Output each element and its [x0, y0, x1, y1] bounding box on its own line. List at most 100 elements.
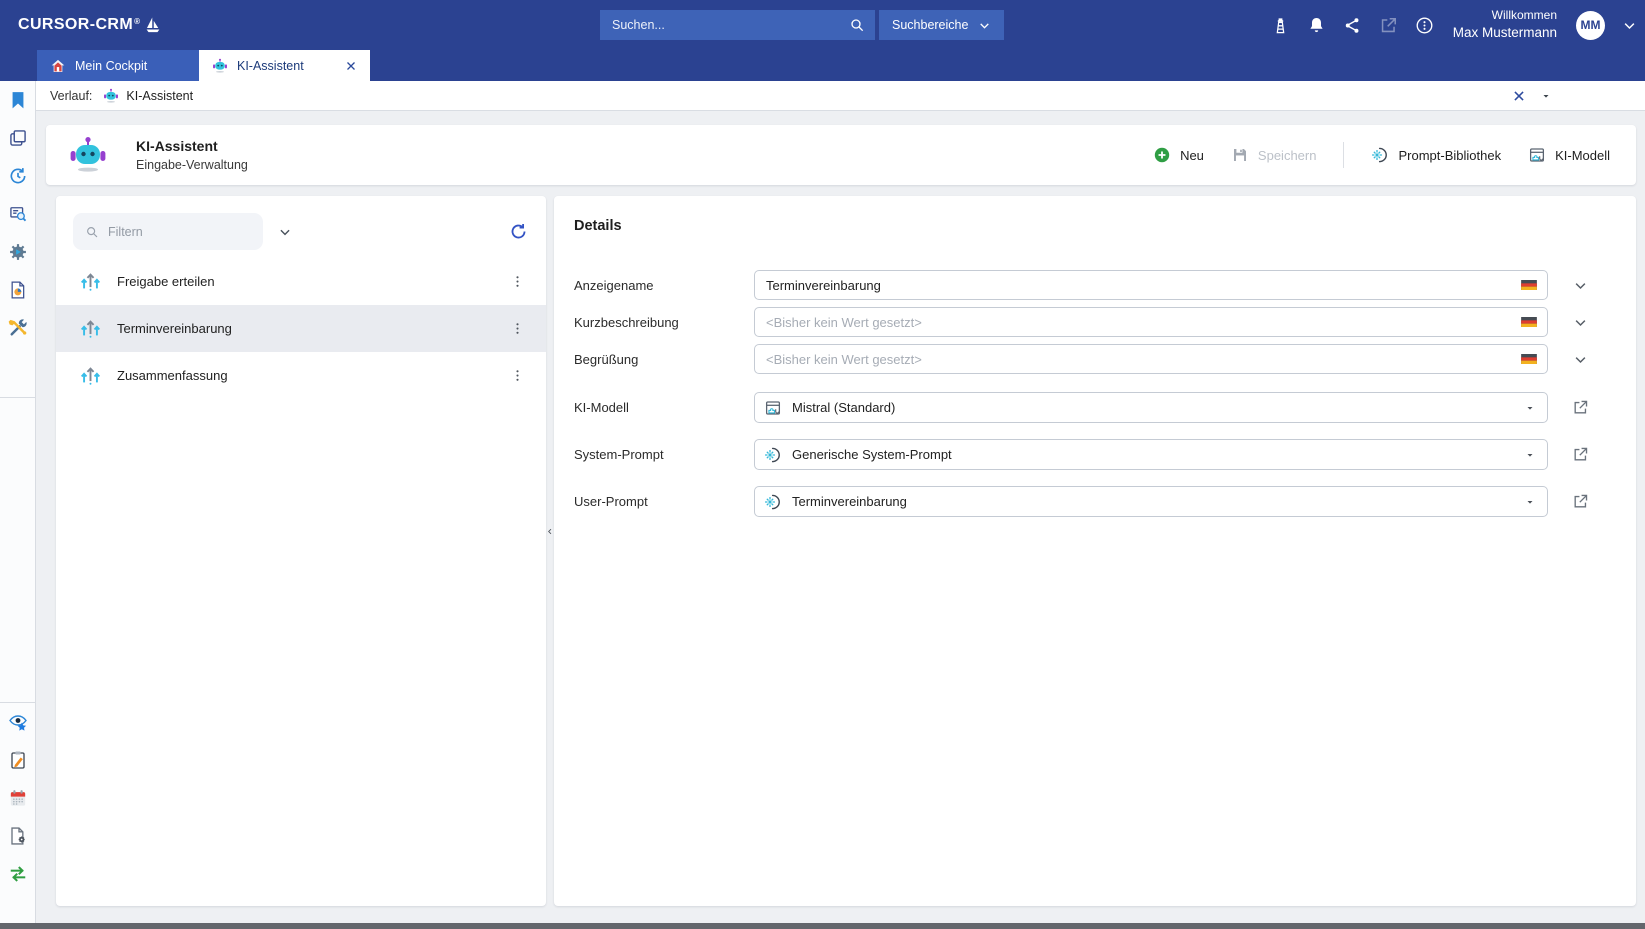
notifications-bell-icon[interactable] [1307, 16, 1326, 35]
plus-circle-icon [1153, 146, 1171, 164]
page-title-block: KI-Assistent Eingabe-Verwaltung [136, 138, 248, 172]
anzeigename-input[interactable] [754, 270, 1548, 300]
page-title: KI-Assistent [136, 138, 248, 154]
field-label: Anzeigename [574, 278, 754, 293]
begruessung-input[interactable] [754, 344, 1548, 374]
watchlist-button[interactable] [0, 703, 36, 741]
system-prompt-select[interactable]: Generische System-Prompt [754, 439, 1548, 470]
field-label: System-Prompt [574, 447, 754, 462]
tab-mein-cockpit[interactable]: Mein Cockpit [37, 50, 199, 81]
collapse-panel-handle[interactable] [546, 520, 554, 542]
field-label: Begrüßung [574, 352, 754, 367]
lighthouse-icon[interactable] [1271, 16, 1290, 35]
list-item[interactable]: Zusammenfassung [56, 352, 546, 399]
save-button-label: Speichern [1258, 148, 1317, 163]
open-ki-modell-button[interactable] [1548, 399, 1612, 416]
prompt-icon [1371, 146, 1389, 164]
tab-label: Mein Cockpit [75, 59, 147, 73]
caret-down-icon[interactable] [1541, 91, 1551, 101]
search-icon[interactable] [849, 17, 865, 33]
expand-translations-button[interactable] [1548, 315, 1612, 330]
new-button-label: Neu [1180, 148, 1204, 163]
chevron-down-icon [978, 19, 991, 32]
history-entry-link[interactable]: KI-Assistent [126, 89, 193, 103]
german-flag-icon [1521, 317, 1537, 327]
search-scopes-button[interactable]: Suchbereiche [879, 10, 1004, 40]
share-icon[interactable] [1343, 16, 1362, 35]
caret-down-icon [1525, 403, 1535, 413]
expand-translations-button[interactable] [1548, 278, 1612, 293]
main-column: Verlauf: KI-Assistent KI-Assistent Einga… [36, 81, 1645, 929]
admin-tools-button[interactable] [0, 309, 36, 347]
toolbar-divider [0, 397, 36, 398]
history-button[interactable] [0, 157, 36, 195]
search-records-button[interactable] [0, 195, 36, 233]
calendar-button[interactable] [0, 779, 36, 817]
form-row-anzeigename: Anzeigename [574, 270, 1548, 300]
windows-button[interactable] [0, 119, 36, 157]
kebab-menu-icon[interactable] [509, 273, 526, 290]
global-search[interactable] [600, 10, 875, 40]
prompt-library-button[interactable]: Prompt-Bibliothek [1371, 146, 1501, 164]
sync-button[interactable] [0, 855, 36, 893]
prompt-list-panel: Freigabe erteilen Terminvereinbarung Zus… [56, 196, 546, 906]
system-prompt-value: Generische System-Prompt [792, 447, 952, 462]
list-item-label: Zusammenfassung [117, 368, 228, 383]
filter-field[interactable] [73, 213, 263, 250]
pages-icon [8, 128, 28, 148]
list-item[interactable]: Freigabe erteilen [56, 258, 546, 305]
form-row-begruessung: Begrüßung [574, 344, 1548, 374]
open-system-prompt-button[interactable] [1548, 446, 1612, 463]
tasks-button[interactable] [0, 741, 36, 779]
floppy-disk-icon [1231, 146, 1249, 164]
form-row-kurzbeschreibung: Kurzbeschreibung [574, 307, 1548, 337]
process-button[interactable] [0, 233, 36, 271]
actions-divider [1343, 142, 1344, 168]
panels-row: Freigabe erteilen Terminvereinbarung Zus… [56, 196, 1636, 906]
more-options-icon[interactable] [1415, 16, 1434, 35]
kebab-menu-icon[interactable] [509, 367, 526, 384]
refresh-icon[interactable] [509, 222, 528, 241]
ki-model-icon [764, 399, 782, 417]
filter-input[interactable] [108, 225, 251, 239]
save-button[interactable]: Speichern [1231, 146, 1317, 164]
close-icon[interactable] [1512, 89, 1526, 103]
ki-model-icon [1528, 146, 1546, 164]
history-bar: Verlauf: KI-Assistent [36, 81, 1645, 111]
document-settings-button[interactable] [0, 817, 36, 855]
user-prompt-select[interactable]: Terminvereinbarung [754, 486, 1548, 517]
open-user-prompt-button[interactable] [1548, 493, 1612, 510]
close-tab-icon[interactable] [345, 60, 357, 72]
app-logo: CURSOR-CRM® [18, 16, 162, 34]
document-search-icon [8, 204, 28, 224]
clipboard-pencil-icon [8, 750, 28, 770]
filter-options-chevron-icon[interactable] [278, 225, 292, 239]
bookmarks-button[interactable] [0, 81, 36, 119]
form-row-ki-modell: KI-Modell Mistral (Standard) [574, 392, 1548, 423]
expand-translations-button[interactable] [1548, 352, 1612, 367]
welcome-text: Willkommen Max Mustermann [1453, 8, 1557, 41]
tab-ki-assistent[interactable]: KI-Assistent [199, 50, 370, 81]
german-flag-icon [1521, 354, 1537, 364]
top-bar: CURSOR-CRM® Suchbereiche Willkommen Max … [0, 0, 1645, 50]
robot-icon [103, 88, 119, 104]
topbar-actions: Willkommen Max Mustermann MM [1271, 0, 1637, 50]
ki-model-button[interactable]: KI-Modell [1528, 146, 1610, 164]
details-panel: Details Anzeigename Kurzbeschreibung [554, 196, 1636, 906]
search-input[interactable] [612, 18, 849, 32]
reports-button[interactable] [0, 271, 36, 309]
user-menu-chevron-icon[interactable] [1622, 18, 1637, 33]
kebab-menu-icon[interactable] [509, 320, 526, 337]
external-link-icon[interactable] [1379, 16, 1398, 35]
list-item-selected[interactable]: Terminvereinbarung [56, 305, 546, 352]
new-button[interactable]: Neu [1153, 146, 1204, 164]
ki-modell-select[interactable]: Mistral (Standard) [754, 392, 1548, 423]
external-link-icon [1572, 399, 1589, 416]
sailboat-icon [144, 16, 162, 34]
filter-search-icon [85, 225, 99, 239]
details-form: Anzeigename Kurzbeschreibung [574, 270, 1548, 517]
form-row-system-prompt: System-Prompt Generische System-Prompt [574, 439, 1548, 470]
avatar[interactable]: MM [1576, 11, 1605, 40]
kurzbeschreibung-input[interactable] [754, 307, 1548, 337]
list-item-label: Freigabe erteilen [117, 274, 215, 289]
